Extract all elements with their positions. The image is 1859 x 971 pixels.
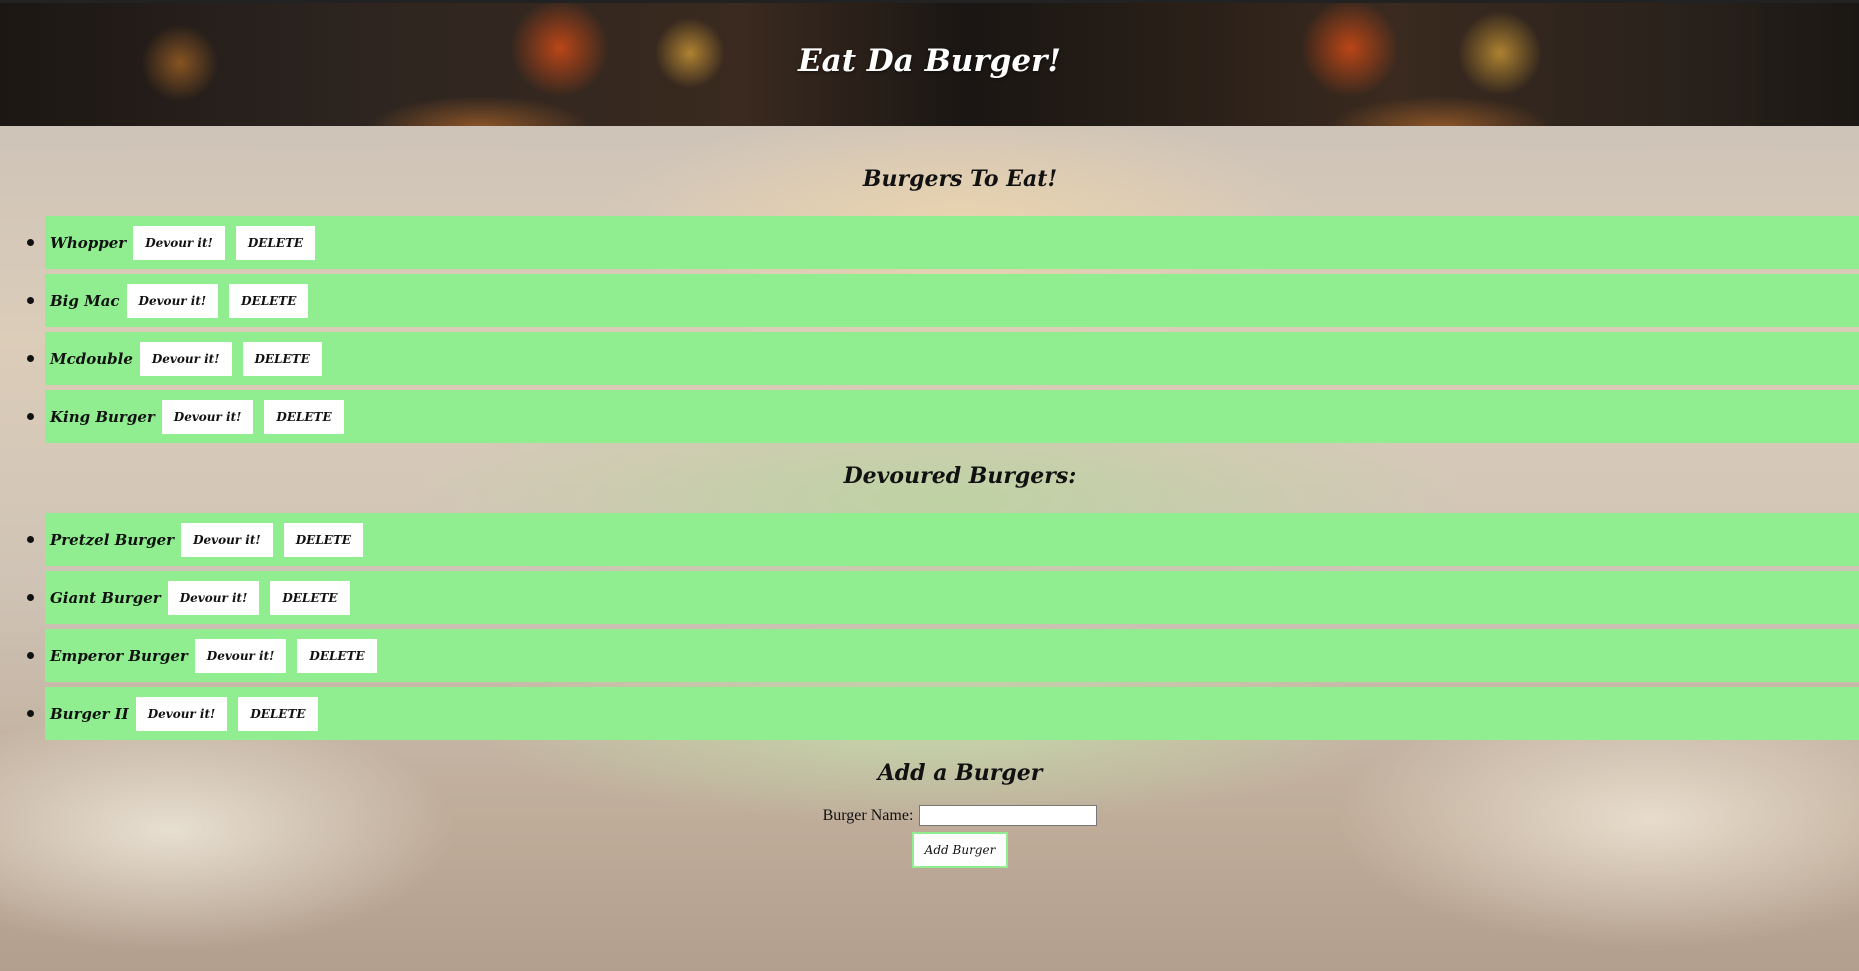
list-item: Giant Burger Devour it! DELETE [27,571,1859,624]
add-burger-button[interactable]: Add Burger [911,832,1009,868]
devour-button[interactable]: Devour it! [139,341,232,376]
burger-name: Pretzel Burger [50,530,175,549]
delete-button[interactable]: DELETE [242,341,322,376]
delete-button[interactable]: DELETE [283,522,363,557]
list-item: Mcdouble Devour it! DELETE [27,332,1859,385]
burger-name-input[interactable] [919,805,1098,826]
bullet-icon [27,536,34,543]
list-item: Big Mac Devour it! DELETE [27,274,1859,327]
devoured-heading: Devoured Burgers: [843,463,1077,489]
bullet-icon [27,355,34,362]
burger-name: Emperor Burger [50,646,188,665]
delete-button[interactable]: DELETE [270,580,350,615]
burger-name-label: Burger Name: [822,806,914,824]
devour-button[interactable]: Devour it! [133,225,225,260]
list-item: Emperor Burger Devour it! DELETE [27,629,1859,682]
page-header: Eat Da Burger! [0,0,1859,126]
add-burger-heading: Add a Burger [877,760,1043,786]
burger-name: Giant Burger [50,588,161,607]
bullet-icon [27,239,34,246]
list-item: King Burger Devour it! DELETE [27,390,1859,443]
delete-button[interactable]: DELETE [297,638,377,673]
devour-button[interactable]: Devour it! [167,580,260,615]
add-burger-form: Burger Name: Add Burger [0,805,1859,868]
page-title: Eat Da Burger! [797,43,1061,79]
burger-name: Burger II [50,704,129,723]
bullet-icon [27,652,34,659]
bullet-icon [27,710,34,717]
devour-button[interactable]: Devour it! [181,522,273,557]
list-item: Pretzel Burger Devour it! DELETE [27,513,1859,566]
delete-button[interactable]: DELETE [229,283,309,318]
burger-name: Whopper [50,233,127,252]
bullet-icon [27,297,34,304]
devour-button[interactable]: Devour it! [161,399,254,434]
to-eat-heading: Burgers To Eat! [862,166,1058,192]
devour-button[interactable]: Devour it! [126,283,219,318]
bullet-icon [27,413,34,420]
burger-name: Big Mac [50,291,120,310]
burger-name: Mcdouble [50,349,133,368]
bullet-icon [27,594,34,601]
delete-button[interactable]: DELETE [235,225,316,260]
delete-button[interactable]: DELETE [238,696,318,731]
devour-button[interactable]: Devour it! [194,638,287,673]
devour-button[interactable]: Devour it! [135,696,228,731]
burger-name-row: Burger Name: [0,805,1859,826]
to-eat-list: Whopper Devour it! DELETE Big Mac Devour… [0,216,1859,448]
delete-button[interactable]: DELETE [264,399,344,434]
devoured-list: Pretzel Burger Devour it! DELETE Giant B… [0,513,1859,745]
list-item: Whopper Devour it! DELETE [27,216,1859,269]
list-item: Burger II Devour it! DELETE [27,687,1859,740]
burger-name: King Burger [50,407,155,426]
